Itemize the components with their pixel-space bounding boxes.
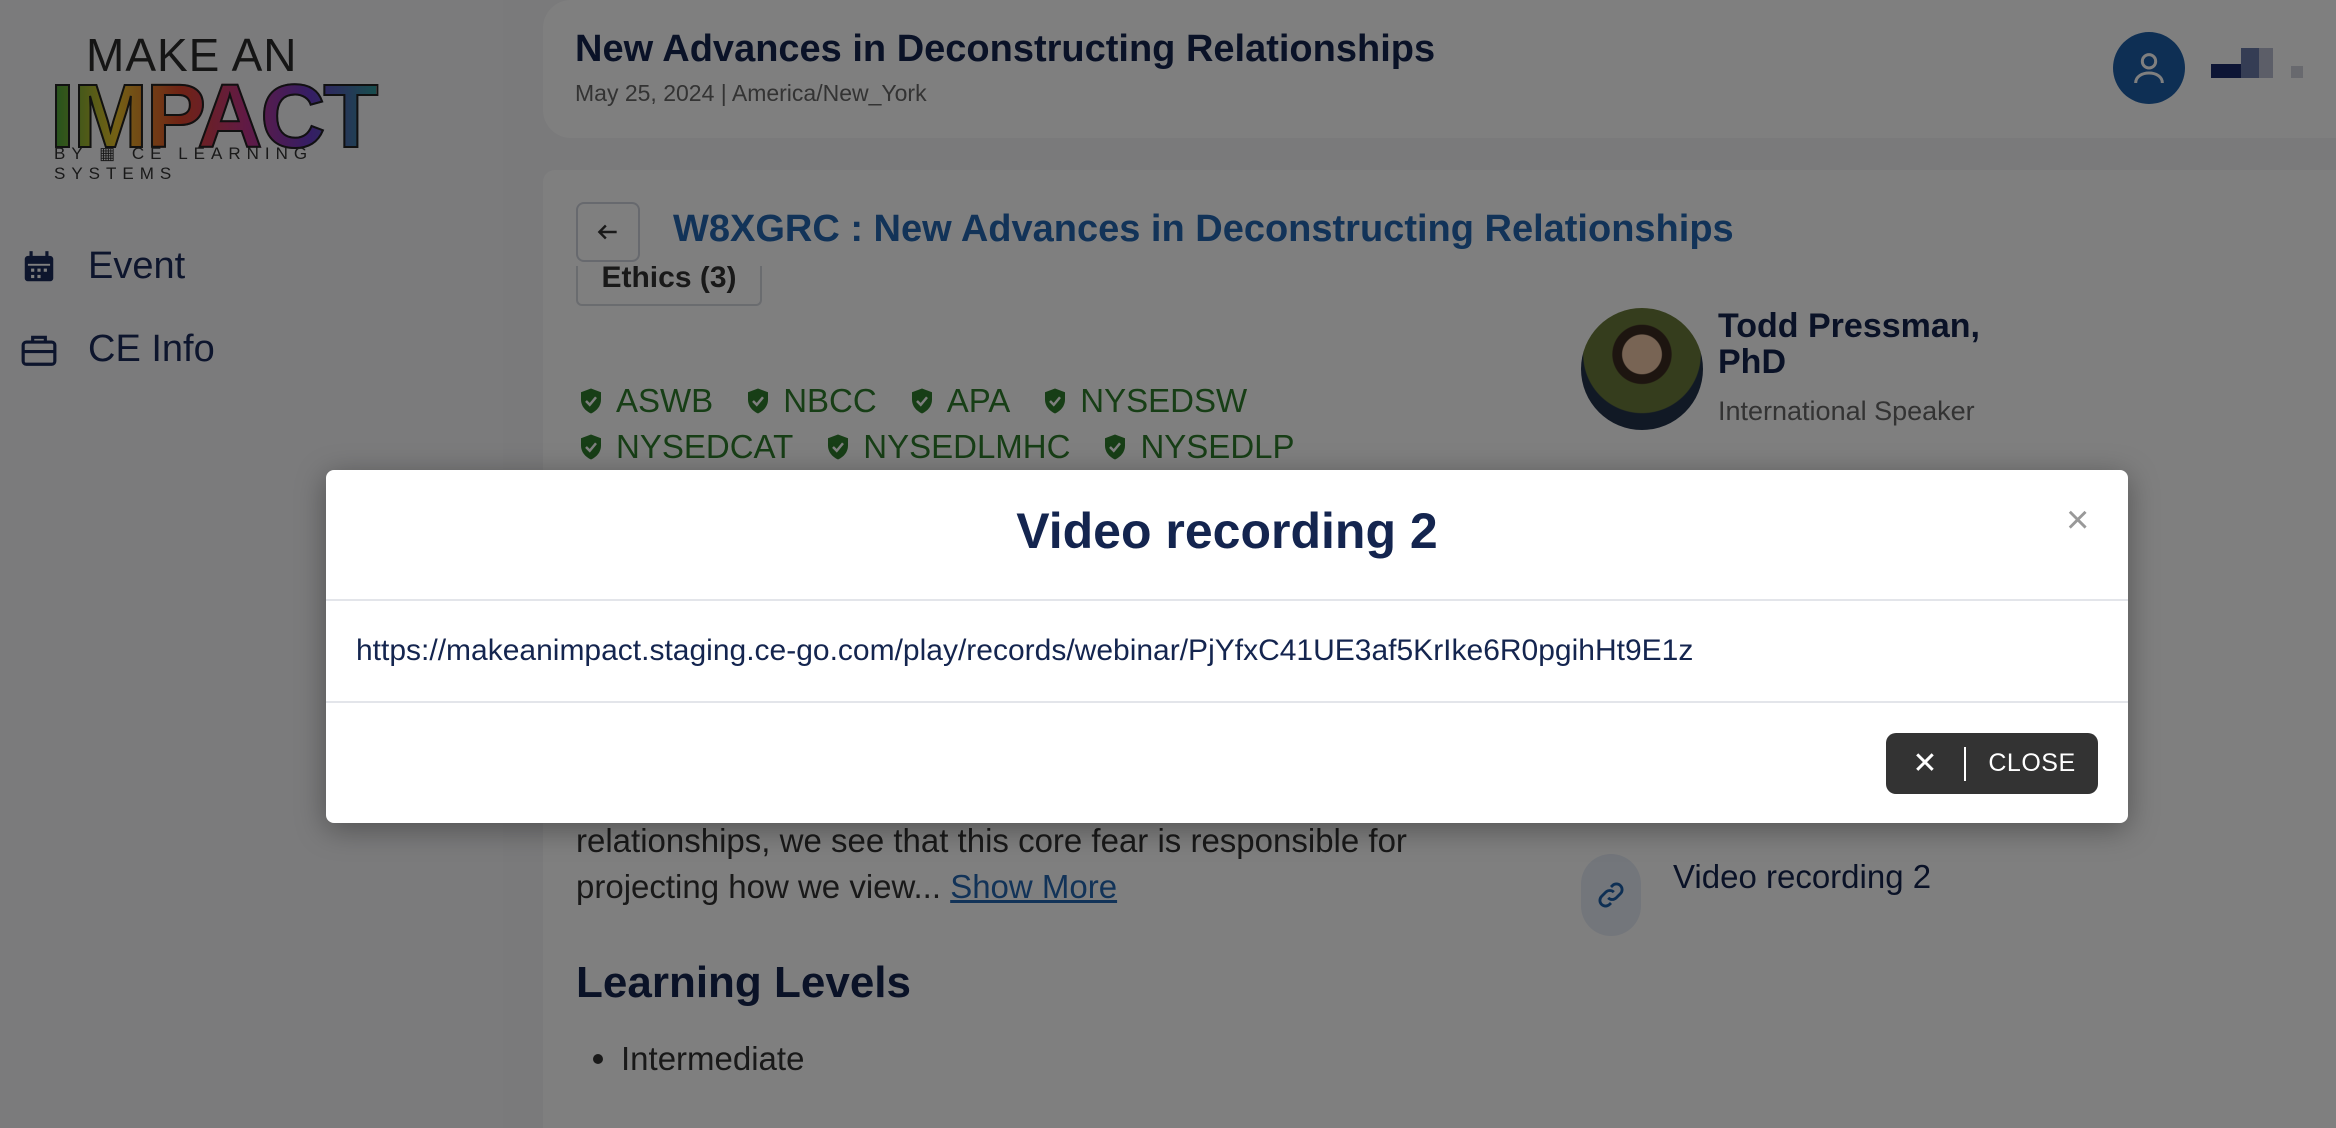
recording-url[interactable]: https://makeanimpact.staging.ce-go.com/p… [356, 634, 1693, 668]
video-recording-modal: Video recording 2 × https://makeanimpact… [326, 470, 2128, 823]
close-button[interactable]: ✕ CLOSE [1886, 733, 2098, 794]
close-button-label: CLOSE [1988, 749, 2076, 777]
divider [326, 701, 2128, 703]
modal-close-icon[interactable]: × [2066, 500, 2089, 540]
close-icon: ✕ [1886, 746, 1966, 781]
divider [326, 599, 2128, 601]
modal-title: Video recording 2 [1016, 503, 1438, 559]
